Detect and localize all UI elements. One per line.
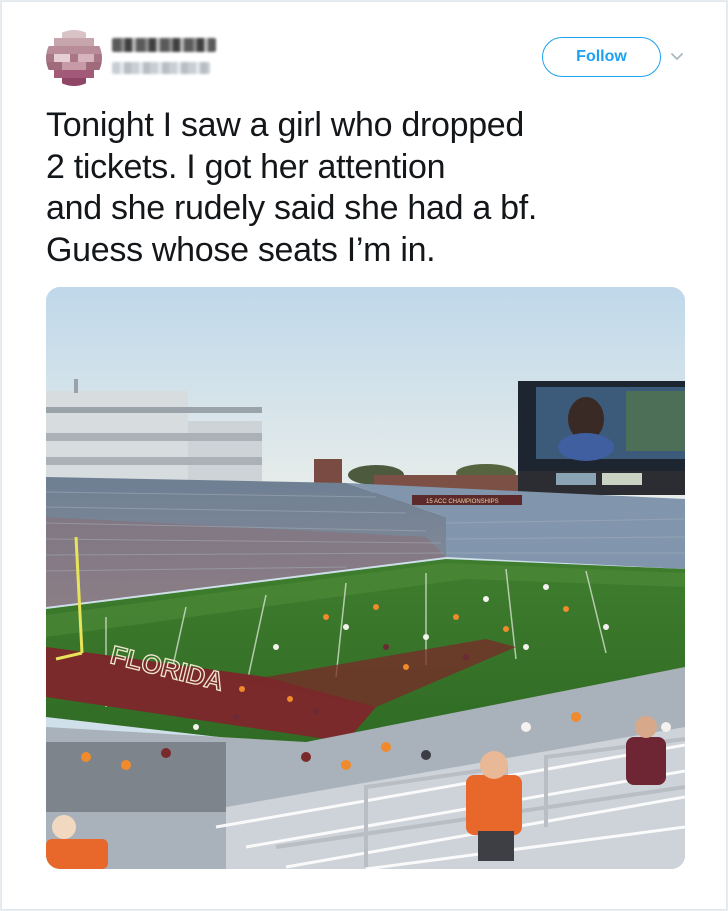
user-display-name-redacted[interactable] (112, 38, 216, 52)
tweet-text: Tonight I saw a girl who dropped 2 ticke… (46, 105, 666, 271)
tweet-line: Tonight I saw a girl who dropped (46, 106, 525, 144)
stadium-banner-text: 15 ACC CHAMPIONSHIPS (426, 499, 499, 505)
tweet-line: 2 tickets. I got her attention (46, 147, 446, 186)
chevron-down-icon[interactable] (669, 49, 685, 65)
user-handle-redacted[interactable] (112, 62, 210, 74)
follow-button[interactable]: Follow (542, 37, 661, 77)
tweet-line: and she rudely said she had a bf. (46, 189, 538, 227)
tweet-photo[interactable]: 15 ACC CHAMPIONSHIPS FLORIDA (46, 287, 685, 869)
stadium-photo-illustration: 15 ACC CHAMPIONSHIPS FLORIDA (46, 287, 685, 869)
tweet-line: Guess whose seats I’m in. (46, 230, 436, 269)
tweet-card: Follow Tonight I saw a girl who dropped … (1, 1, 727, 910)
user-avatar[interactable] (46, 30, 102, 86)
